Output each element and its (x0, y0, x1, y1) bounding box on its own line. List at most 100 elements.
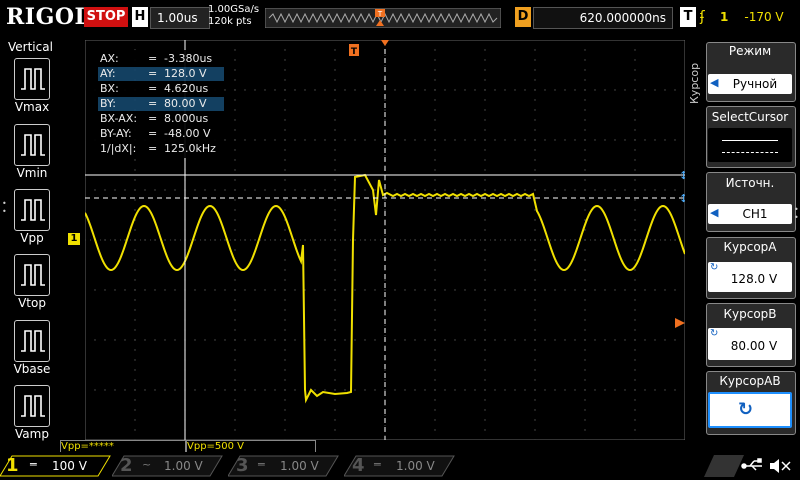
readout-value: 8.000us (164, 112, 209, 125)
rotate-knob-icon: ↻ (738, 399, 754, 420)
source-value: CH1 (742, 207, 768, 221)
channel-number: 1 (6, 455, 19, 476)
readout-value: 125.0kHz (164, 142, 216, 155)
vpp-icon (21, 199, 45, 221)
mode-title: Режим (728, 44, 772, 58)
channel-3-tab[interactable]: 3 ═ 1.00 V (228, 455, 340, 477)
cursor-readout-row: BX-AX: = 8.000us (98, 112, 224, 126)
readout-equals: = (148, 142, 158, 155)
measure-vtop-label: Vtop (18, 296, 46, 310)
channel-scale: 1.00 V (164, 459, 203, 473)
menu-side-tab: Курсор (688, 44, 701, 124)
measure-vpp-label: Vpp (20, 231, 44, 245)
delay-value[interactable]: 620.000000ns (533, 7, 673, 29)
measure-vmax-button[interactable] (14, 58, 50, 100)
readout-value: 128.0 V (164, 67, 207, 80)
vtop-icon (21, 264, 45, 286)
cursor-b-value: 80.00 V (730, 339, 778, 353)
trigger-level[interactable]: -170 V (732, 7, 796, 27)
coupling-icon: ~ (142, 458, 152, 471)
measure-vmin-label: Vmin (16, 166, 48, 180)
memory-overview-strip[interactable]: T (265, 8, 501, 28)
run-stop-status[interactable]: STOP (84, 7, 128, 27)
select-cursor-icon (708, 128, 792, 162)
cursor-readout-row: AY: = 128.0 V (98, 67, 224, 81)
readout-equals: = (148, 52, 158, 65)
cursor-b-title: КурсорB (723, 307, 777, 321)
measure-vamp-button[interactable] (14, 385, 50, 427)
vmax-icon (21, 68, 45, 90)
readout-equals: = (148, 112, 158, 125)
readout-key: AY: (100, 67, 116, 80)
readout-equals: = (148, 67, 158, 80)
left-arrow-icon: ◀ (710, 76, 719, 89)
speaker-mute-icon (770, 459, 791, 473)
measure-vbase-label: Vbase (13, 362, 51, 376)
readout-key: BY: (100, 97, 116, 110)
cursor-readout-row: BY: = 80.00 V (98, 97, 224, 111)
trigger-source: 1 (720, 10, 729, 24)
rotate-knob-icon: ↻ (710, 328, 719, 339)
channel-scale: 1.00 V (396, 459, 435, 473)
vmin-icon (21, 134, 45, 156)
ch1-ground-marker[interactable]: 1 (68, 233, 80, 245)
measure-vamp-label: Vamp (15, 427, 49, 441)
memory-depth: 120k pts (208, 16, 252, 27)
cursor-readout-row: BX: = 4.620us (98, 82, 224, 96)
cursor-readout-row: BY-AY: = -48.00 V (98, 127, 224, 141)
channel-scale: 1.00 V (280, 459, 319, 473)
sample-rate: 1.00GSa/s (208, 4, 260, 15)
channel-4-tab[interactable]: 4 ═ 1.00 V (344, 455, 456, 477)
readout-key: BY-AY: (100, 127, 132, 140)
channel-number: 3 (236, 455, 249, 476)
horizontal-badge: H (132, 7, 148, 27)
cursor-readout-panel: AX: = -3.380us AY: = 128.0 V BX: = 4.620us BY: = 80… (94, 50, 224, 158)
readout-value: 80.00 V (164, 97, 207, 110)
svg-text:T: T (351, 47, 358, 57)
menu-side-label: Курсор (688, 62, 701, 104)
readout-equals: = (148, 127, 158, 140)
source-title: Источн. (725, 176, 775, 190)
rigol-logo: RIGOL (6, 4, 91, 30)
readout-equals: = (148, 97, 158, 110)
vamp-icon (21, 395, 45, 417)
channel-scale: 100 V (52, 459, 87, 473)
readout-value: 4.620us (164, 82, 209, 95)
rising-edge-icon: ʄ (700, 9, 705, 25)
menu-page-dots-icon: • • (794, 205, 799, 222)
coupling-icon: ═ (374, 458, 381, 471)
measure-vbase-button[interactable] (14, 320, 50, 362)
channel-2-tab[interactable]: 2 ~1.00 V (112, 455, 224, 477)
cursor-readout-row: 1/|dX|: = 125.0kHz (98, 142, 224, 156)
cursor-readout-row: AX: = -3.380us (98, 52, 224, 66)
channel-number: 2 (120, 455, 133, 476)
readout-value: -48.00 V (164, 127, 211, 140)
cursor-ab-title: КурсорAB (719, 374, 781, 388)
coupling-icon: ═ (30, 458, 37, 471)
measure-vtop-button[interactable] (14, 254, 50, 296)
readout-equals: = (148, 82, 158, 95)
channel-1-tab[interactable]: 1 ═ 100 V (0, 455, 112, 477)
readout-key: AX: (100, 52, 119, 65)
horizontal-scale[interactable]: 1.00us (150, 7, 210, 29)
readout-value: -3.380us (164, 52, 213, 65)
channel-number: 4 (352, 455, 365, 476)
svg-text:T: T (377, 10, 383, 18)
status-icons (704, 455, 798, 477)
readout-key: 1/|dX|: (100, 142, 137, 155)
mode-value: Ручной (732, 77, 778, 91)
cursor-a-marker-icon: ↕ (679, 169, 685, 182)
delay-badge: D (515, 7, 531, 27)
coupling-icon: ═ (258, 458, 265, 471)
measure-vmax-label: Vmax (14, 100, 50, 114)
cursor-a-value: 128.0 V (730, 272, 778, 286)
readout-key: BX: (100, 82, 119, 95)
measure-vpp-button[interactable] (14, 189, 50, 231)
select-cursor-title: SelectCursor (711, 110, 789, 124)
measure-vmin-button[interactable] (14, 124, 50, 166)
usb-icon (741, 458, 762, 471)
vbase-icon (21, 330, 45, 352)
trigger-badge: T (680, 7, 696, 27)
left-menu-page-dots-icon: • • (2, 199, 7, 216)
readout-key: BX-AX: (100, 112, 138, 125)
